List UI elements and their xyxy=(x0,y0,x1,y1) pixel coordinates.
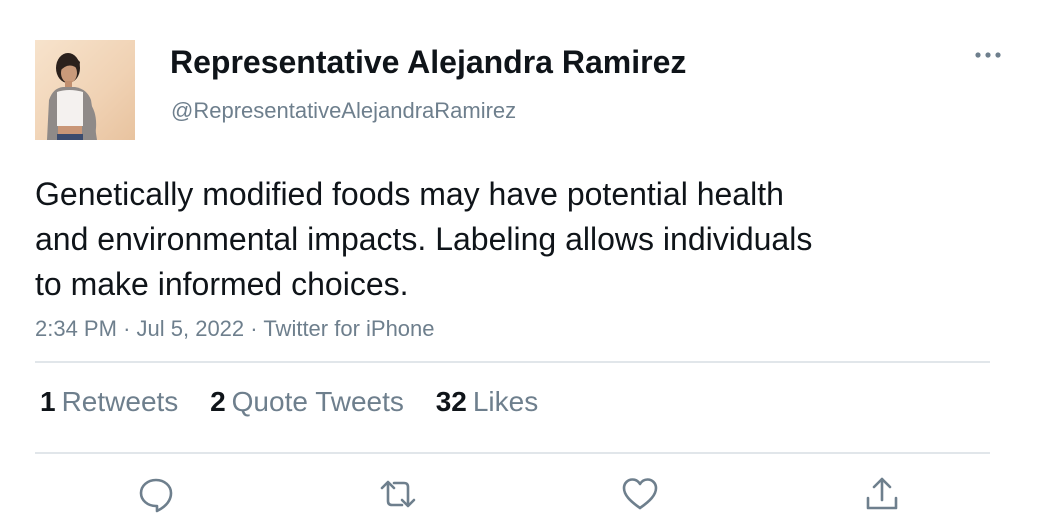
divider xyxy=(35,452,990,454)
like-icon xyxy=(622,478,658,510)
retweets-count: 1 xyxy=(40,386,56,417)
author-display-name[interactable]: Representative Alejandra Ramirez xyxy=(170,44,686,81)
tweet-card: Representative Alejandra Ramirez @Repres… xyxy=(0,0,1050,525)
share-button[interactable] xyxy=(862,474,902,514)
tweet-text-line: Genetically modified foods may have pote… xyxy=(35,176,784,212)
divider xyxy=(35,361,990,363)
tweet-meta: 2:34 PM · Jul 5, 2022 · Twitter for iPho… xyxy=(35,316,435,342)
share-icon xyxy=(866,477,898,510)
tweet-text-line: to make informed choices. xyxy=(35,266,409,302)
quote-tweets-count: 2 xyxy=(210,386,226,417)
reply-button[interactable] xyxy=(136,474,176,514)
engagement-stats: 1 Retweets 2 Quote Tweets 32 Likes xyxy=(40,386,562,418)
avatar[interactable] xyxy=(35,40,135,140)
tweet-source[interactable]: Twitter for iPhone xyxy=(263,316,434,341)
retweet-button[interactable] xyxy=(378,474,418,514)
tweet-time[interactable]: 2:34 PM xyxy=(35,316,117,341)
reply-icon xyxy=(139,478,173,513)
meta-separator: · xyxy=(250,316,258,341)
retweet-icon xyxy=(380,480,416,508)
tweet-text: Genetically modified foods may have pote… xyxy=(35,172,935,307)
more-options-button[interactable] xyxy=(968,40,1008,70)
meta-separator: · xyxy=(123,316,131,341)
quote-tweets-label: Quote Tweets xyxy=(231,386,404,417)
likes-label: Likes xyxy=(472,386,539,417)
like-button[interactable] xyxy=(620,474,660,514)
tweet-text-line: and environmental impacts. Labeling allo… xyxy=(35,221,813,257)
more-icon xyxy=(975,52,1001,58)
quote-tweets-stat[interactable]: 2 Quote Tweets xyxy=(210,386,404,418)
retweets-stat[interactable]: 1 Retweets xyxy=(40,386,178,418)
likes-count: 32 xyxy=(435,386,467,417)
tweet-date[interactable]: Jul 5, 2022 xyxy=(137,316,245,341)
retweets-label: Retweets xyxy=(61,386,179,417)
author-handle[interactable]: @RepresentativeAlejandraRamirez xyxy=(171,98,516,124)
likes-stat[interactable]: 32 Likes xyxy=(436,386,539,418)
